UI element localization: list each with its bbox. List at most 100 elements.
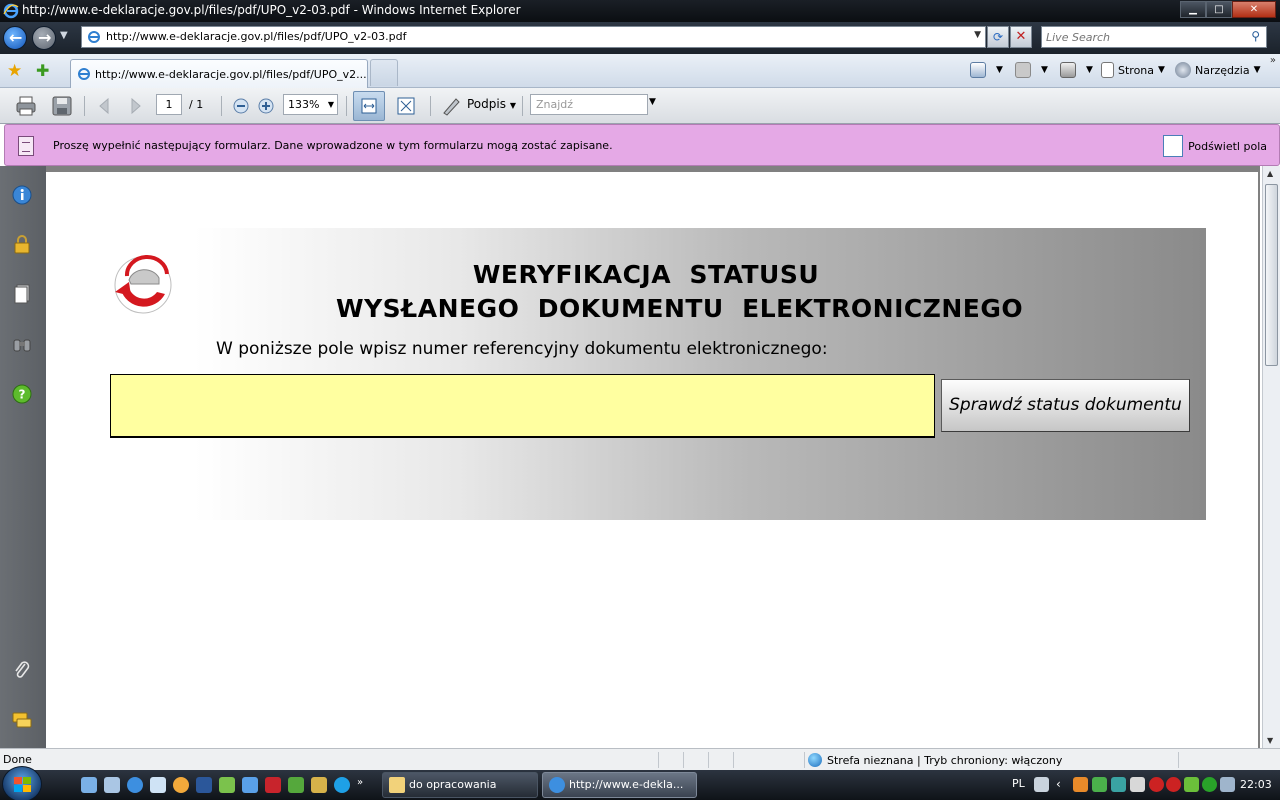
more-commands-icon[interactable]: » [1270,55,1276,66]
address-bar[interactable]: http://www.e-deklaracje.gov.pl/files/pdf… [81,26,986,48]
page-menu[interactable]: Strona ▼ [1101,62,1165,78]
tray-app-icon[interactable] [1073,777,1088,792]
sign-button[interactable]: Podpis ▼ [442,97,516,111]
forward-button[interactable]: → [32,26,56,50]
print-dropdown-icon[interactable]: ▼ [1086,65,1093,75]
lock-icon[interactable] [11,233,33,255]
antivirus-icon[interactable] [1149,777,1164,792]
stop-button[interactable]: ✕ [1010,26,1032,48]
firefox-icon[interactable] [173,777,189,793]
keyboard-icon[interactable] [1034,777,1049,792]
highlight-fields-icon [1163,135,1184,157]
close-button[interactable]: ✕ [1232,1,1276,18]
zoom-out-icon[interactable] [230,95,252,117]
favorites-star-icon[interactable]: ★ [7,61,22,81]
comments-icon[interactable] [11,710,33,732]
quick-launch-more-icon[interactable]: » [357,777,373,793]
tray-app-icon[interactable] [1130,777,1145,792]
info-icon[interactable] [11,184,33,206]
page-total: / 1 [189,98,204,111]
scrollbar-thumb[interactable] [1265,184,1278,366]
tray-app-icon[interactable] [1184,777,1199,792]
window-title: http://www.e-deklaracje.gov.pl/files/pdf… [22,3,521,17]
contacts-icon[interactable] [242,777,258,793]
vertical-scrollbar[interactable]: ▲ ▼ [1262,166,1280,748]
tool-icon[interactable] [288,777,304,793]
zoom-in-icon[interactable] [255,95,277,117]
pdf-toolbar: 1 / 1 133% ▼ Podpis ▼ Znajdź ▼ [0,88,1280,124]
feeds-icon [1015,62,1031,78]
find-input[interactable]: Znajdź [530,94,648,115]
sign-label: Podpis [467,97,506,111]
taskbar-item-folder[interactable]: do opracowania [382,772,538,798]
minimize-button[interactable]: ▁ [1180,1,1206,18]
page-number-input[interactable]: 1 [156,94,182,115]
fit-width-button[interactable] [353,91,385,121]
toolbar-separator [346,96,347,116]
scroll-down-icon[interactable]: ▼ [1267,736,1273,745]
switch-windows-icon[interactable] [104,777,120,793]
add-favorites-icon[interactable]: ✚ [36,61,49,80]
tray-app-icon[interactable] [1092,777,1107,792]
toolbar-separator [430,96,431,116]
previous-page-icon[interactable] [94,95,116,117]
tray-expand-icon[interactable]: ‹ [1056,777,1071,792]
feeds-dropdown-icon[interactable]: ▼ [1041,65,1048,75]
heading-line-1: WERYFIKACJA STATUSU [472,260,820,289]
messenger-icon[interactable] [219,777,235,793]
fit-page-icon[interactable] [395,95,417,117]
scroll-up-icon[interactable]: ▲ [1267,169,1273,178]
reference-number-input[interactable] [110,374,935,438]
clock[interactable]: 22:03 [1240,778,1272,791]
new-tab-button[interactable] [370,59,398,86]
word-icon[interactable] [196,777,212,793]
security-zone[interactable]: Strefa nieznana | Tryb chroniony: włączo… [808,753,1062,767]
help-icon[interactable]: ? [11,383,33,405]
home-button[interactable]: ▼ [970,62,1003,78]
refresh-button[interactable]: ⟳ [987,26,1009,48]
zoom-level-select[interactable]: 133% ▼ [283,94,338,115]
fit-width-icon [361,98,377,114]
language-indicator[interactable]: PL [1012,777,1025,790]
tray-app-icon[interactable] [1111,777,1126,792]
skype-icon[interactable] [334,777,350,793]
tab-current-page[interactable]: http://www.e-deklaracje.gov.pl/files/pdf… [70,59,368,88]
internet-explorer-icon [549,777,565,793]
highlight-fields-button[interactable]: Podświetl pola [1163,133,1267,159]
pages-icon[interactable] [11,282,33,304]
tools-menu[interactable]: Narzędzia ▼ [1175,62,1261,78]
address-row: ← → ▼ http://www.e-deklaracje.gov.pl/fil… [0,22,1280,54]
maximize-button[interactable]: □ [1206,1,1232,18]
print-button[interactable]: ▼ [1060,62,1093,78]
home-dropdown-icon[interactable]: ▼ [996,65,1003,75]
network-icon[interactable] [1220,777,1235,792]
taskbar-item-browser[interactable]: http://www.e-dekla... [542,772,697,798]
page-icon [1101,62,1114,78]
sign-dropdown-icon: ▼ [509,101,516,110]
save-icon[interactable] [51,95,73,117]
find-dropdown-icon[interactable]: ▼ [649,97,656,107]
print-pdf-icon[interactable] [15,95,37,117]
address-dropdown-icon[interactable]: ▼ [974,30,981,40]
media-player-icon[interactable] [150,777,166,793]
internet-explorer-icon[interactable] [127,777,143,793]
binoculars-icon[interactable] [11,333,33,355]
archive-icon[interactable] [311,777,327,793]
check-status-button[interactable]: Sprawdź status dokumentu [941,379,1190,432]
search-box[interactable]: ⚲ [1041,26,1267,48]
form-heading: WERYFIKACJA STATUSU WYSŁANEGO DOKUMENTU … [336,258,1023,326]
toolbar-separator [221,96,222,116]
pdf-page: WERYFIKACJA STATUSU WYSŁANEGO DOKUMENTU … [46,172,1258,748]
game-icon[interactable] [265,777,281,793]
start-button[interactable] [2,766,42,800]
show-desktop-icon[interactable] [81,777,97,793]
tray-app-icon[interactable] [1202,777,1217,792]
next-page-icon[interactable] [124,95,146,117]
back-button[interactable]: ← [3,26,27,50]
feeds-button[interactable]: ▼ [1015,62,1048,78]
tray-app-icon[interactable] [1166,777,1181,792]
search-icon[interactable]: ⚲ [1251,29,1260,43]
search-input[interactable] [1046,29,1236,45]
recent-pages-dropdown[interactable]: ▼ [60,30,68,41]
attachment-icon[interactable] [11,659,33,681]
